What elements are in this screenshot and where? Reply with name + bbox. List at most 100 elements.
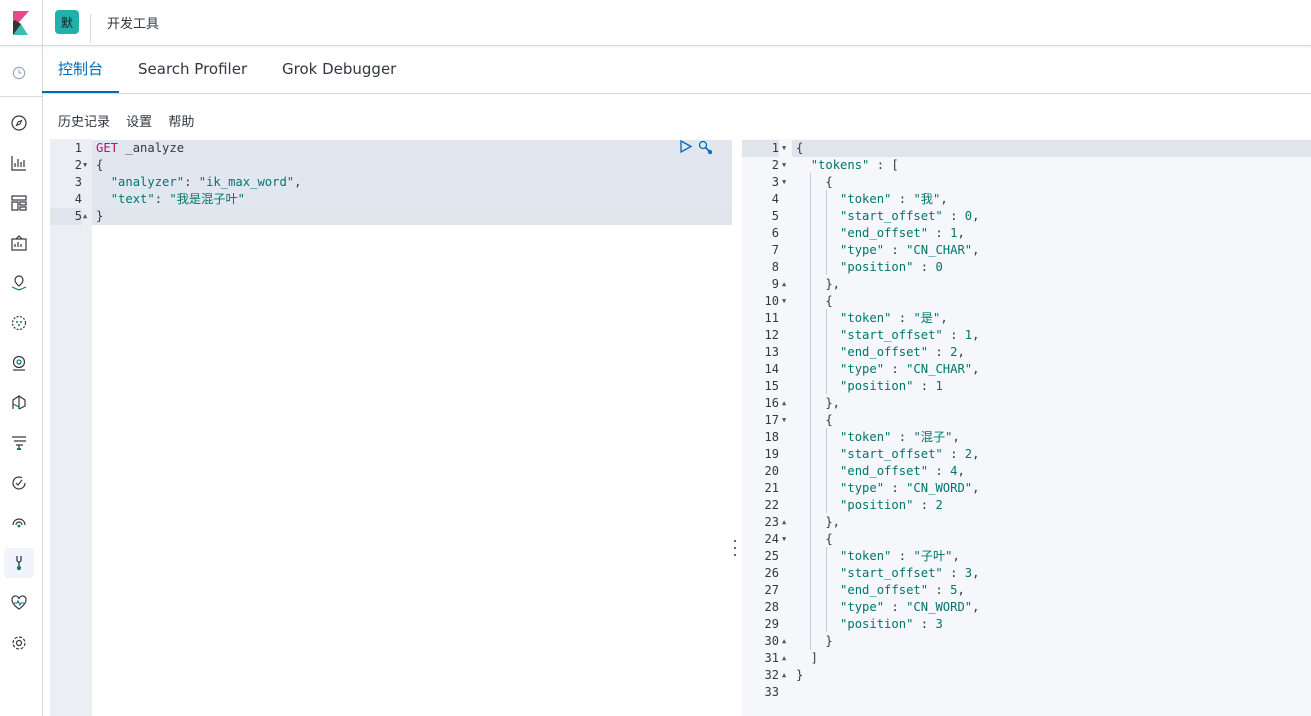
fold-expand-icon[interactable]: ▲ (782, 399, 786, 407)
code-line: "start_offset" : 2, (840, 447, 980, 461)
side-nav (0, 46, 43, 716)
line-number: 27 (764, 583, 779, 597)
fold-expand-icon[interactable]: ▲ (782, 637, 786, 645)
line-number: 25 (764, 549, 779, 563)
line-number: 5 (771, 209, 779, 223)
stack-monitoring-heartbeat-icon[interactable] (4, 588, 34, 618)
code-line: { (796, 294, 833, 308)
line-number: 17 (764, 413, 779, 427)
maps-icon[interactable] (4, 268, 34, 298)
dashboard-icon[interactable] (4, 188, 34, 218)
infrastructure-icon[interactable] (4, 348, 34, 378)
management-gear-icon[interactable] (4, 628, 34, 658)
machine-learning-icon[interactable] (4, 308, 34, 338)
line-number: 26 (764, 566, 779, 580)
breadcrumb-divider (90, 14, 91, 43)
send-request-play-icon[interactable] (680, 139, 693, 159)
request-editor[interactable]: 1 2 ▼ 3 4 5 ▲ GET _analyze{ "analyzer": "ik_ma… (50, 139, 732, 716)
fold-collapse-icon[interactable]: ▼ (782, 178, 786, 186)
code-line: "analyzer": "ik_max_word", (92, 174, 732, 191)
kibana-logo[interactable] (0, 0, 43, 45)
code-line: "tokens" : [ (810, 158, 899, 172)
fold-collapse-icon[interactable]: ▼ (782, 161, 786, 169)
wrench-settings-icon[interactable] (698, 140, 714, 159)
line-number: 33 (764, 685, 779, 699)
code-line: "start_offset" : 0, (840, 209, 980, 223)
line-number: 15 (764, 379, 779, 393)
line-number: 6 (771, 226, 779, 240)
pane-resizer[interactable] (732, 540, 738, 556)
indent-guide (810, 173, 811, 650)
indent-guide (826, 309, 827, 394)
tab-console[interactable]: 控制台 (42, 46, 120, 93)
line-number: 10 (764, 294, 779, 308)
breadcrumb: 开发工具 (107, 17, 160, 32)
indent-guide (826, 190, 827, 275)
line-number: 3 (771, 175, 779, 189)
code-line: { (796, 175, 833, 189)
nav-divider (0, 96, 42, 97)
tab-search-profiler[interactable]: Search Profiler (138, 46, 247, 92)
canvas-icon[interactable] (4, 228, 34, 258)
dev-tools-wrench-icon[interactable] (4, 548, 34, 578)
fold-expand-icon[interactable]: ▲ (782, 671, 786, 679)
code-line: "position" : 0 (840, 260, 943, 274)
fold-collapse-icon[interactable]: ▼ (782, 297, 786, 305)
line-number: 19 (764, 447, 779, 461)
code-line: GET _analyze (92, 140, 732, 157)
code-line: "token" : "我", (840, 192, 948, 206)
fold-collapse-icon[interactable]: ▼ (782, 144, 786, 152)
line-number: 5 (50, 208, 82, 225)
code-line: "position" : 3 (840, 617, 943, 631)
code-line: "token" : "混子", (840, 430, 960, 444)
indent-guide (826, 547, 827, 632)
line-number: 28 (764, 600, 779, 614)
visualize-chart-icon[interactable] (4, 148, 34, 178)
uptime-icon[interactable] (4, 468, 34, 498)
code-line: "position" : 2 (840, 498, 943, 512)
space-avatar[interactable]: 默 (55, 10, 79, 34)
response-code: { "tokens" : [ { "token" : "我", "start_o… (792, 139, 1311, 716)
fold-expand-icon[interactable]: ▲ (782, 518, 786, 526)
line-number: 9 (771, 277, 779, 291)
code-line: } (796, 634, 833, 648)
code-line: "type" : "CN_WORD", (840, 481, 980, 495)
code-line: { (792, 140, 1311, 157)
fold-collapse-icon[interactable]: ▼ (782, 416, 786, 424)
logs-icon[interactable] (4, 388, 34, 418)
help-button[interactable]: 帮助 (168, 115, 194, 130)
line-number: 3 (74, 175, 82, 189)
line-number: 31 (764, 651, 779, 665)
line-number: 30 (764, 634, 779, 648)
tab-grok-debugger[interactable]: Grok Debugger (282, 46, 396, 92)
siem-icon[interactable] (4, 508, 34, 538)
code-line: "end_offset" : 1, (840, 226, 965, 240)
dev-tools-tabs: 控制台 Search Profiler Grok Debugger (42, 46, 1311, 94)
line-number: 20 (764, 464, 779, 478)
code-line: "position" : 1 (840, 379, 943, 393)
fold-expand-icon[interactable]: ▲ (782, 280, 786, 288)
history-button[interactable]: 历史记录 (58, 115, 110, 130)
fold-expand-icon[interactable]: ▲ (782, 654, 786, 662)
line-number: 14 (764, 362, 779, 376)
fold-collapse-icon[interactable]: ▼ (83, 161, 87, 169)
line-number: 16 (764, 396, 779, 410)
line-number: 1 (74, 141, 82, 155)
code-line: "end_offset" : 5, (840, 583, 965, 597)
recently-viewed-clock-icon[interactable] (4, 58, 34, 88)
request-actions (680, 139, 714, 159)
line-number: 4 (771, 192, 779, 206)
line-number: 24 (764, 532, 779, 546)
code-line: "token" : "子叶", (840, 549, 960, 563)
code-line: { (92, 157, 732, 174)
request-code[interactable]: GET _analyze{ "analyzer": "ik_max_word",… (92, 139, 732, 716)
settings-button[interactable]: 设置 (126, 115, 152, 130)
code-line: "end_offset" : 2, (840, 345, 965, 359)
apm-icon[interactable] (4, 428, 34, 458)
request-gutter: 1 2 ▼ 3 4 5 ▲ (50, 139, 92, 716)
line-number: 32 (764, 668, 779, 682)
fold-collapse-icon[interactable]: ▼ (782, 535, 786, 543)
fold-expand-icon[interactable]: ▲ (83, 212, 87, 220)
code-line: }, (796, 515, 841, 529)
discover-compass-icon[interactable] (4, 108, 34, 138)
